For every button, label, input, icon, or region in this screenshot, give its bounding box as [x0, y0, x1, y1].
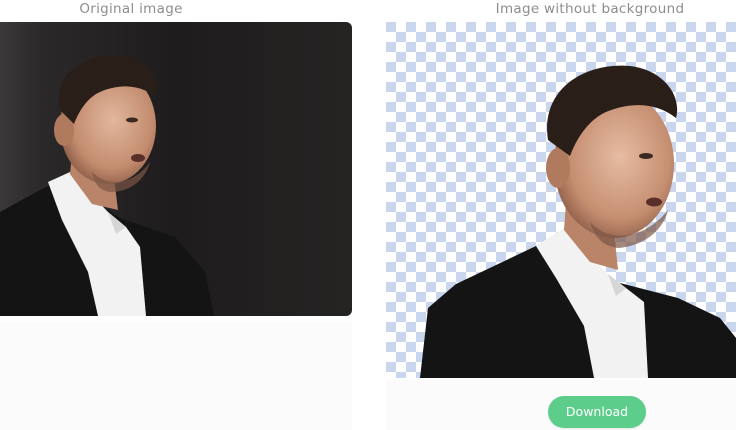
- result-image-heading: Image without background: [495, 1, 685, 17]
- original-image-heading: Original image: [79, 1, 183, 17]
- original-photo: [0, 22, 352, 316]
- result-photo: [386, 22, 736, 378]
- download-button[interactable]: Download: [548, 396, 646, 428]
- result-image: [386, 22, 736, 378]
- original-panel-footer: [0, 322, 352, 430]
- original-image: [0, 22, 352, 316]
- background-removal-comparison: Original image Image without background: [0, 0, 750, 430]
